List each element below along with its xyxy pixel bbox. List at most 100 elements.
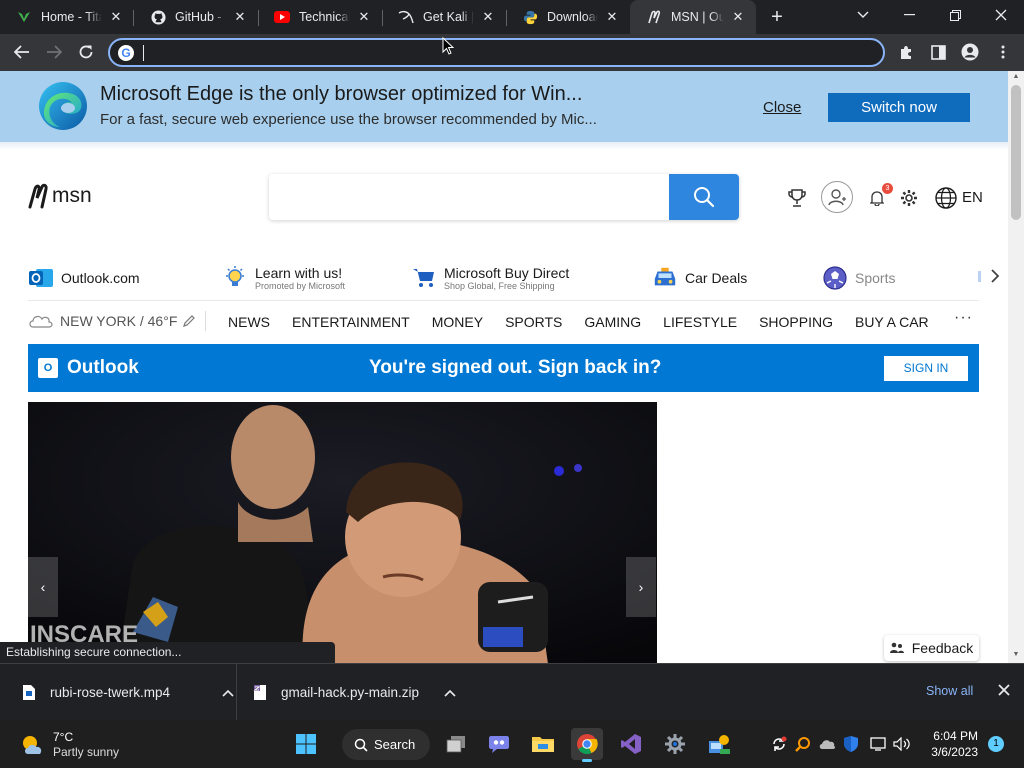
quick-link-outlook[interactable]: Outlook.com [28, 257, 140, 299]
nav-item-gaming[interactable]: GAMING [584, 314, 641, 330]
tab-close-icon[interactable]: ✕ [480, 9, 496, 25]
tab-github[interactable]: GitHub - ak ✕ [134, 0, 258, 34]
chevron-up-icon[interactable] [444, 689, 456, 697]
nav-item-shopping[interactable]: SHOPPING [759, 314, 833, 330]
search-tray-icon[interactable] [794, 735, 812, 753]
python-icon [522, 9, 538, 25]
divider [236, 664, 237, 721]
tab-close-icon[interactable]: ✕ [108, 9, 124, 25]
car-icon [652, 265, 678, 291]
nav-item-lifestyle[interactable]: LIFESTYLE [663, 314, 737, 330]
address-input[interactable] [142, 43, 862, 63]
tab-youtube[interactable]: Technical A ✕ [258, 0, 382, 34]
restore-button[interactable] [932, 0, 978, 30]
nav-item-sports[interactable]: SPORTS [505, 314, 562, 330]
tab-close-icon[interactable]: ✕ [232, 9, 248, 25]
task-view-button[interactable] [440, 728, 472, 760]
quick-link-buy-direct[interactable]: Microsoft Buy Direct Shop Global, Free S… [411, 257, 569, 299]
nav-item-news[interactable]: NEWS [228, 314, 270, 330]
notification-count-badge[interactable]: 1 [988, 736, 1004, 752]
onedrive-cloud-icon[interactable] [818, 735, 836, 753]
profile-icon[interactable] [959, 41, 981, 63]
msn-search-box[interactable] [269, 174, 739, 220]
tab-close-icon[interactable]: ✕ [356, 9, 372, 25]
teams-chat-button[interactable] [483, 728, 515, 760]
task-view-icon [446, 736, 465, 753]
sign-in-button[interactable]: SIGN IN [884, 356, 968, 381]
taskbar-clock[interactable]: 6:04 PM 3/6/2023 [922, 728, 978, 760]
switch-now-button[interactable]: Switch now [828, 93, 970, 122]
tab-kali[interactable]: Get Kali | K ✕ [382, 0, 506, 34]
quick-link-sports[interactable]: Sports [822, 257, 895, 299]
show-all-downloads-link[interactable]: Show all [926, 684, 973, 698]
tab-search-chevron-icon[interactable] [840, 0, 886, 30]
tab-close-icon[interactable]: ✕ [730, 9, 746, 25]
back-button[interactable] [10, 40, 34, 64]
download-item-mp4[interactable]: rubi-rose-twerk.mp4 [22, 664, 234, 721]
minimize-button[interactable] [886, 0, 932, 30]
hero-news-image[interactable]: INSCARE ‹ › [28, 402, 657, 663]
new-tab-button[interactable]: + [766, 7, 788, 29]
close-window-button[interactable] [978, 0, 1024, 30]
control-panel-button[interactable] [703, 728, 735, 760]
tab-home-titan[interactable]: Home - Tita ✕ [0, 0, 134, 34]
banner-close-link[interactable]: Close [763, 99, 801, 116]
address-bar[interactable]: G [108, 38, 885, 67]
nav-item-buy-a-car[interactable]: BUY A CAR [855, 314, 929, 330]
scroll-up-arrow-icon[interactable]: ▲ [1008, 71, 1024, 83]
rewards-trophy-icon[interactable] [787, 187, 807, 209]
msn-logo[interactable]: msn [28, 183, 92, 209]
tab-python-download[interactable]: Download ✕ [506, 0, 630, 34]
nav-item-money[interactable]: MONEY [432, 314, 483, 330]
menu-kebab-icon[interactable] [992, 41, 1014, 63]
page-scrollbar[interactable]: ▲ ▼ [1008, 71, 1024, 663]
close-shelf-icon[interactable] [998, 681, 1010, 701]
quick-links-next-chevron-icon[interactable] [990, 268, 1000, 289]
clock-date: 3/6/2023 [931, 745, 978, 759]
taskbar-weather-widget[interactable]: 7°C Partly sunny [20, 730, 119, 760]
search-icon [354, 738, 368, 752]
forward-button[interactable] [42, 40, 66, 64]
display-tray-icon[interactable] [869, 735, 887, 753]
nav-more-button[interactable]: ··· [954, 309, 973, 327]
side-panel-icon[interactable] [927, 41, 949, 63]
visual-studio-button[interactable] [615, 728, 647, 760]
globe-language-icon[interactable] [934, 186, 958, 210]
settings-gear-icon[interactable] [899, 188, 919, 208]
tab-msn-active[interactable]: MSN | Outl ✕ [630, 0, 756, 34]
quick-link-learn[interactable]: Learn with us! Promoted by Microsoft [222, 257, 345, 299]
download-filename: gmail-hack.py-main.zip [281, 685, 420, 700]
sync-tray-icon[interactable] [770, 735, 788, 753]
chevron-up-icon[interactable] [222, 689, 234, 697]
scrollbar-thumb[interactable] [1011, 85, 1021, 220]
feedback-button[interactable]: Feedback [884, 635, 979, 661]
sign-in-avatar-icon[interactable] [821, 181, 853, 213]
taskbar-search[interactable]: Search [342, 729, 430, 760]
nav-item-entertainment[interactable]: ENTERTAINMENT [292, 314, 410, 330]
chrome-button[interactable] [571, 728, 603, 762]
reload-button[interactable] [74, 40, 98, 64]
tab-title: Home - Tita [41, 10, 102, 24]
language-label[interactable]: EN [962, 189, 983, 206]
feedback-people-icon [889, 642, 904, 653]
tab-close-icon[interactable]: ✕ [604, 9, 620, 25]
quick-link-subtitle: Promoted by Microsoft [255, 280, 346, 291]
carousel-prev-button[interactable]: ‹ [28, 557, 58, 617]
feedback-label: Feedback [911, 640, 974, 656]
scroll-down-arrow-icon[interactable]: ▼ [1008, 649, 1024, 661]
start-button[interactable] [290, 728, 322, 760]
extensions-puzzle-icon[interactable] [895, 41, 917, 63]
quick-link-car-deals[interactable]: Car Deals [652, 257, 747, 299]
search-input[interactable] [281, 186, 661, 208]
search-button[interactable] [669, 174, 739, 220]
weather-location[interactable]: NEW YORK / 46°F [28, 311, 207, 331]
security-shield-icon[interactable] [842, 735, 860, 753]
volume-speaker-icon[interactable] [893, 735, 911, 753]
carousel-next-button[interactable]: › [626, 557, 656, 617]
sports-ball-icon [822, 265, 848, 291]
file-explorer-button[interactable] [527, 728, 559, 760]
download-item-zip[interactable]: gmail-hack.py-main.zip [253, 664, 456, 721]
edit-pencil-icon[interactable] [182, 314, 196, 328]
settings-button[interactable] [659, 728, 691, 760]
taskbar-search-label: Search [374, 737, 416, 752]
